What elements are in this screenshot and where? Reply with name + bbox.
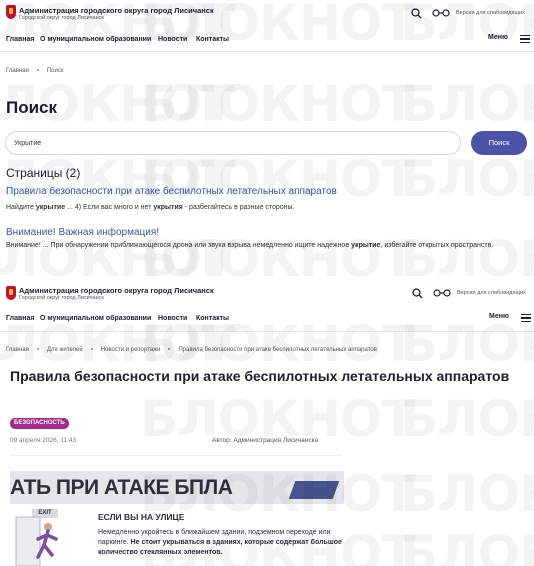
menu-label[interactable]: Меню bbox=[488, 34, 508, 41]
watermark: БЛОКНОТ bbox=[140, 230, 415, 288]
watermark: БЛОКНОТ bbox=[400, 150, 534, 208]
watermark: БЛОКНОТ bbox=[140, 315, 415, 373]
nav-contacts[interactable]: Контакты bbox=[196, 36, 229, 43]
search-icon[interactable] bbox=[411, 8, 422, 19]
article-poster-image: АТЬ ПРИ АТАКЕ БПЛА EXIT ЕСЛИ ВЫ НА УЛИЦЕ… bbox=[10, 471, 344, 566]
nav-divider bbox=[0, 51, 534, 52]
poster-subheading: ЕСЛИ ВЫ НА УЛИЦЕ bbox=[98, 512, 185, 522]
watermark: БЛОКНОТ bbox=[400, 525, 534, 566]
breadcrumb: Главная Поиск bbox=[6, 68, 63, 74]
search-result-snippet: Внимание! ... При обнаружении приближающ… bbox=[6, 242, 494, 249]
results-count: Страницы (2) bbox=[6, 166, 81, 180]
search-input[interactable] bbox=[5, 131, 461, 155]
nav-home[interactable]: Главная bbox=[6, 315, 34, 322]
search-result-link[interactable]: Правила безопасности при атаке беспилотн… bbox=[6, 186, 337, 197]
publish-date: 09 апреля 2026, 11:43 bbox=[10, 437, 77, 444]
site-title[interactable]: Администрация городского округа город Ли… bbox=[19, 6, 214, 15]
glasses-icon[interactable] bbox=[432, 9, 450, 17]
breadcrumb-home[interactable]: Главная bbox=[6, 68, 29, 74]
article-author: Автор: Администрация Лисичанска bbox=[212, 437, 319, 444]
hamburger-menu-icon[interactable] bbox=[520, 35, 530, 44]
watermark: БЛОКНОТ bbox=[140, 150, 415, 208]
watermark: БЛОКНОТ bbox=[0, 230, 235, 288]
breadcrumb-residents[interactable]: Для жителей bbox=[47, 347, 83, 353]
watermark: БЛОКНОТ bbox=[0, 315, 235, 373]
breadcrumb-current: Правила безопасности при атаке беспилотн… bbox=[178, 347, 377, 353]
nav-contacts[interactable]: Контакты bbox=[196, 315, 229, 322]
nav-divider bbox=[0, 331, 534, 332]
watermark: БЛОКНОТ bbox=[400, 230, 534, 288]
breadcrumb-home[interactable]: Главная bbox=[6, 347, 29, 353]
site-title[interactable]: Администрация городского округа город Ли… bbox=[19, 286, 214, 295]
poster-text: Немедленно укройтесь в ближайшем здании,… bbox=[98, 529, 342, 556]
poster-decoration bbox=[288, 481, 340, 499]
nav-news[interactable]: Новости bbox=[158, 36, 187, 43]
city-emblem-logo[interactable] bbox=[6, 5, 16, 19]
page-title: Поиск bbox=[6, 98, 58, 117]
site-subtitle: Городской округ город Лисичанск bbox=[19, 15, 104, 21]
glasses-icon[interactable] bbox=[433, 289, 451, 297]
nav-municipality[interactable]: О муниципальном образовании bbox=[40, 36, 151, 43]
breadcrumb-news[interactable]: Новости и репортажи bbox=[101, 347, 161, 353]
search-result-snippet: Найдите укрытие ... 4) Если вас много и … bbox=[6, 204, 295, 211]
watermark: БЛОКНОТ bbox=[400, 390, 534, 448]
meta-divider bbox=[10, 455, 342, 456]
category-tag[interactable]: БЕЗОПАСНОСТЬ bbox=[10, 418, 69, 429]
article-title: Правила безопасности при атаке беспилотн… bbox=[10, 368, 510, 384]
accessibility-version-link[interactable]: Версия для слабовидящих bbox=[457, 290, 526, 296]
watermark: БЛОКНОТ bbox=[400, 315, 534, 373]
breadcrumb: Главная Для жителей Новости и репортажи Пра… bbox=[6, 347, 377, 353]
watermark: БЛОКНОТ bbox=[400, 465, 534, 523]
nav-home[interactable]: Главная bbox=[6, 36, 34, 43]
nav-municipality[interactable]: О муниципальном образовании bbox=[40, 315, 151, 322]
watermark: БЛОКНОТ bbox=[400, 75, 534, 133]
breadcrumb-current: Поиск bbox=[46, 68, 64, 74]
poster-heading: АТЬ ПРИ АТАКЕ БПЛА bbox=[10, 476, 233, 499]
search-icon[interactable] bbox=[412, 288, 423, 299]
search-result-link[interactable]: Внимание! Важная информация! bbox=[6, 227, 159, 238]
watermark: БЛОКНОТ bbox=[140, 75, 415, 133]
city-emblem-logo[interactable] bbox=[6, 286, 16, 300]
accessibility-version-link[interactable]: Версия для слабовидящих bbox=[456, 10, 525, 16]
running-person-icon bbox=[15, 516, 58, 566]
nav-news[interactable]: Новости bbox=[158, 315, 187, 322]
hamburger-menu-icon[interactable] bbox=[521, 314, 531, 323]
site-subtitle: Городской округ город Лисичанск bbox=[19, 295, 104, 301]
menu-label[interactable]: Меню bbox=[489, 313, 509, 320]
search-button[interactable]: Поиск bbox=[471, 131, 527, 155]
